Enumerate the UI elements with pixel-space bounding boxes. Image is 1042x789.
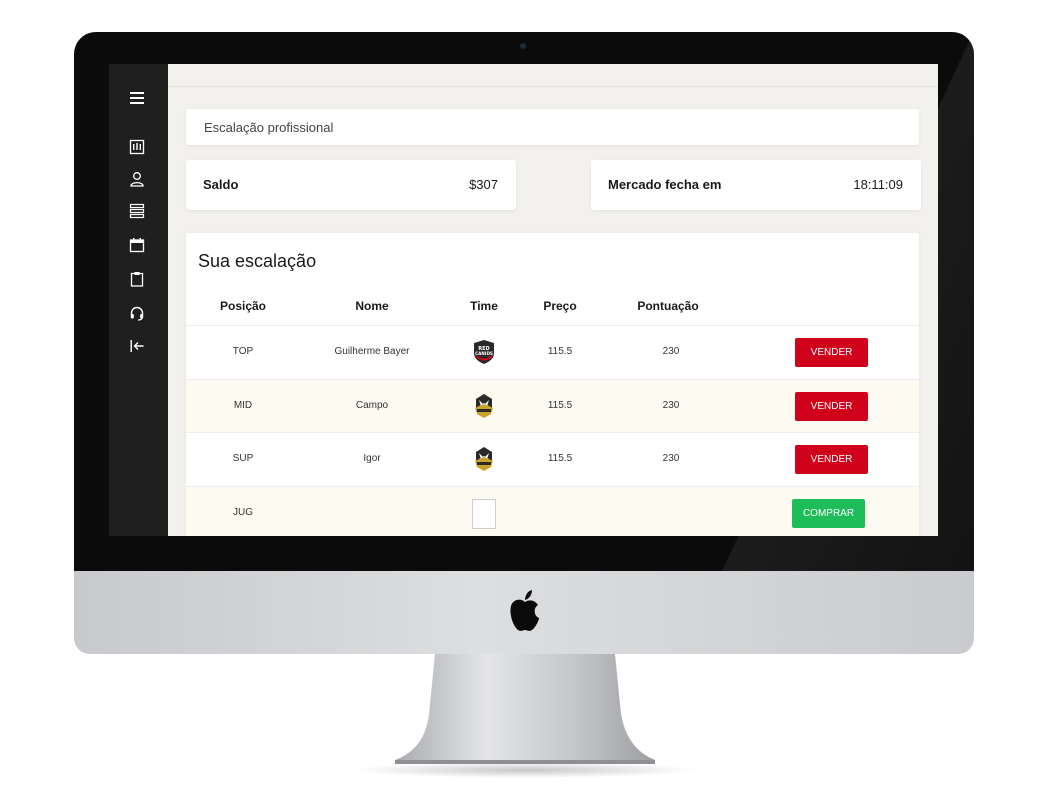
empty-team-slot [472,499,496,529]
table-row: SUP Igor 115.5 230 VENDER [186,432,919,486]
calendar-icon[interactable] [128,236,146,254]
sell-button[interactable]: VENDER [795,338,868,367]
collapse-icon[interactable] [128,337,146,355]
row-price: 115.5 [547,400,573,411]
row-price: 115.5 [547,346,573,357]
breadcrumb-label: Escalação profissional [204,120,334,135]
sell-button[interactable]: VENDER [795,392,868,421]
row-score: 230 [662,400,680,411]
lineup-title: Sua escalação [198,251,317,271]
red-canids-logo: RED CANIDS [474,340,494,364]
row-position: JUG [233,507,253,518]
row-score: 230 [662,453,680,464]
balance-value: $307 [469,177,498,192]
gold-wolf-logo [475,394,493,418]
header-name: Nome [355,299,389,313]
sell-button[interactable]: VENDER [795,445,868,474]
sidebar [109,64,168,536]
monitor-stand [395,654,655,764]
lineup-card: Sua escalação Posição Nome Time Preço Po… [186,233,919,536]
headset-icon[interactable] [128,304,146,322]
breadcrumb: Escalação profissional [186,109,919,145]
menu-icon[interactable] [128,89,146,107]
gold-wolf-logo [475,447,493,471]
main-content: Escalação profissional Saldo $307 Mercad… [168,64,938,536]
row-position: SUP [232,453,254,464]
buy-button[interactable]: COMPRAR [792,499,865,528]
top-bar [168,64,938,87]
user-icon[interactable] [128,170,146,188]
table-row: TOP Guilherme Bayer RED CANIDS 115.5 230… [186,325,919,379]
balance-label: Saldo [203,177,239,192]
row-name: Campo [355,400,389,411]
clipboard-icon[interactable] [128,270,146,288]
row-position: MID [233,400,253,411]
market-label: Mercado fecha em [608,177,722,192]
header-team: Time [470,299,498,313]
app-screen: Escalação profissional Saldo $307 Mercad… [109,64,938,536]
row-name: Igor [363,453,381,464]
market-card: Mercado fecha em 18:11:09 [591,160,921,210]
row-price: 115.5 [547,453,573,464]
logo-text-canids: CANIDS [475,351,493,356]
roster-icon[interactable] [128,138,146,156]
header-position: Posição [219,299,267,313]
row-name: Guilherme Bayer [334,346,410,357]
header-score: Pontuação [637,299,699,313]
balance-card: Saldo $307 [186,160,516,210]
stand-shadow [350,762,700,778]
apple-logo-icon [510,590,539,631]
camera-icon [520,43,526,49]
header-price: Preço [543,299,577,313]
market-countdown: 18:11:09 [853,177,903,192]
list-icon[interactable] [128,202,146,220]
row-position: TOP [232,346,254,357]
table-row: JUG COMPRAR [186,486,919,536]
table-row: MID Campo 115.5 230 VENDER [186,379,919,433]
row-score: 230 [662,346,680,357]
